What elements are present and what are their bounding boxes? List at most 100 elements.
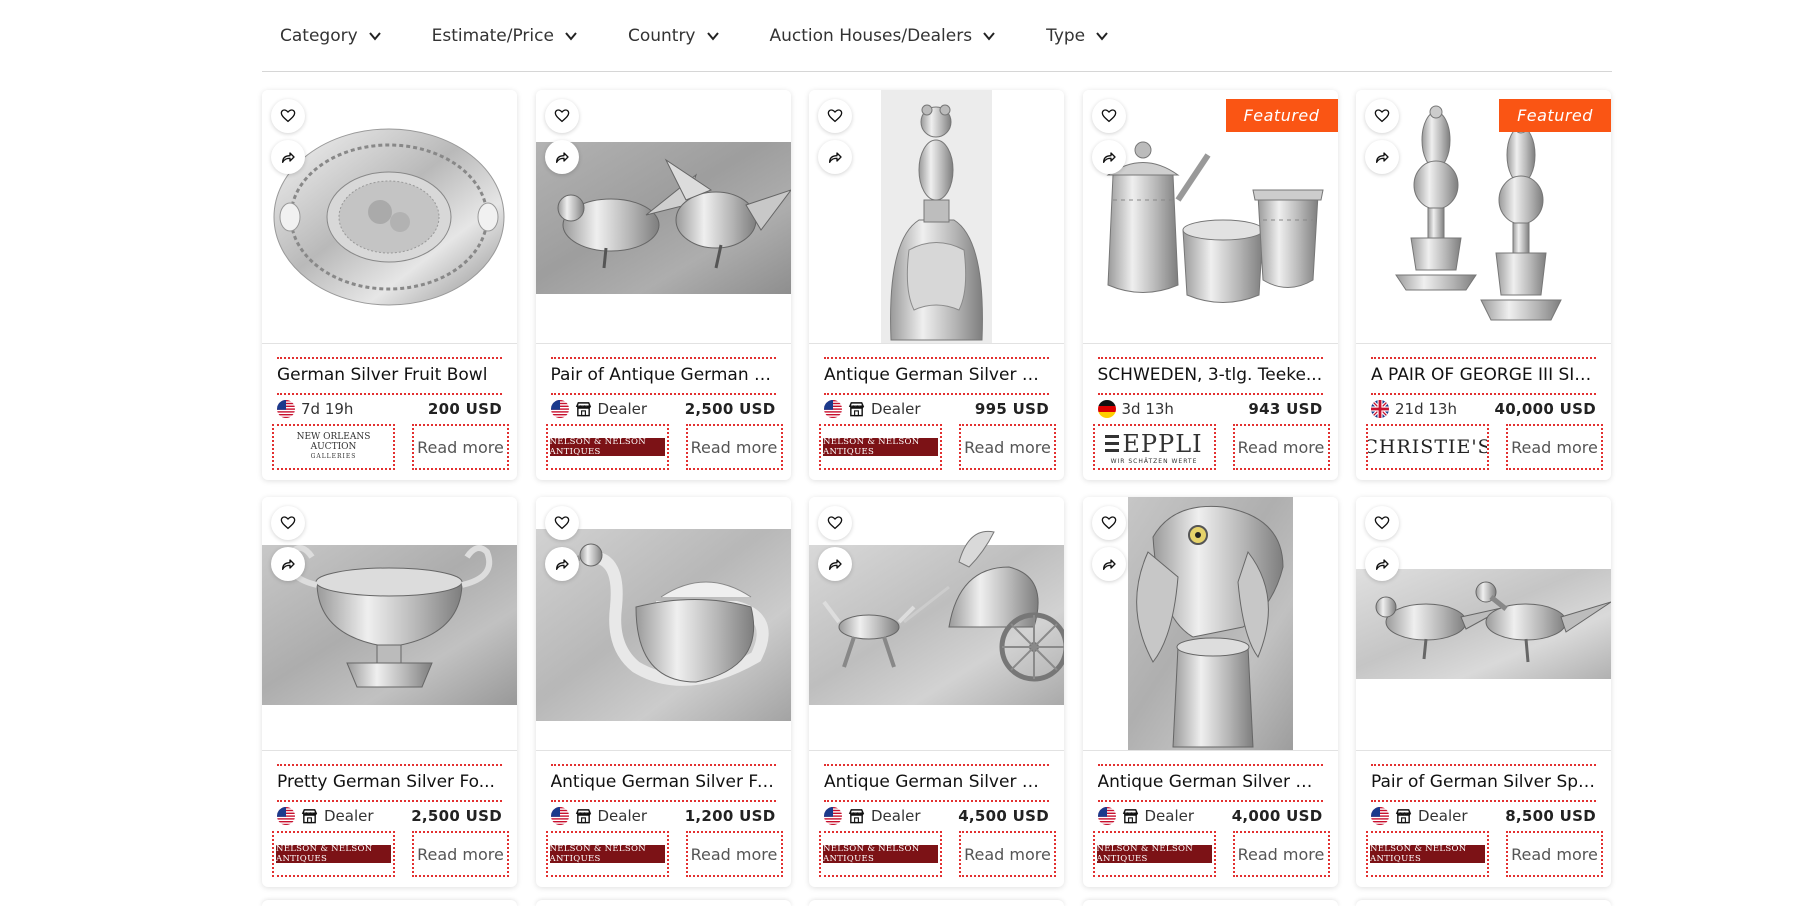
- share-button[interactable]: [1365, 547, 1399, 581]
- filter-category[interactable]: Category: [280, 26, 382, 46]
- seller-logo[interactable]: NELSON & NELSON ANTIQUES: [1366, 831, 1489, 877]
- filter-estimate-price[interactable]: Estimate/Price: [432, 26, 578, 46]
- favorite-button[interactable]: [271, 99, 305, 133]
- listing-card[interactable]: Pair of Antique German S... Dealer 2,500…: [535, 90, 791, 480]
- listing-card[interactable]: Antique German Silver D... Dealer 995 US…: [809, 90, 1064, 480]
- listing-image-bell[interactable]: [809, 90, 1064, 344]
- flag-gb-icon: [1371, 400, 1389, 418]
- meta-left: Dealer: [277, 807, 374, 825]
- read-more-button[interactable]: Read more: [959, 831, 1056, 877]
- favorite-button[interactable]: [271, 506, 305, 540]
- listing-price: 8,500 USD: [1505, 807, 1596, 825]
- listing-price: 2,500 USD: [684, 400, 776, 418]
- share-icon: [829, 152, 842, 163]
- seller-logo[interactable]: NEW ORLEANS AUCTION GALLERIES: [272, 424, 395, 470]
- listing-image-chariot[interactable]: [809, 497, 1064, 751]
- filter-label: Estimate/Price: [431, 26, 554, 46]
- flag-us-icon: [550, 400, 569, 418]
- listing-title[interactable]: SCHWEDEN, 3-tlg. Teeke...: [1097, 357, 1323, 385]
- nelson-nelson-logo: NELSON & NELSON ANTIQUES: [549, 844, 665, 864]
- card-peek: [262, 900, 517, 906]
- favorite-button[interactable]: [544, 506, 579, 540]
- seller-logo[interactable]: NELSON & NELSON ANTIQUES: [819, 831, 942, 877]
- listing-card[interactable]: Antique German Silver R... Dealer 4,500 …: [809, 497, 1064, 887]
- listing-grid: German Silver Fruit Bowl 7d 19h 200 USD …: [262, 90, 1612, 887]
- dealer-label: Dealer: [1144, 807, 1195, 825]
- read-more-button[interactable]: Read more: [412, 424, 509, 470]
- share-button[interactable]: [818, 140, 852, 174]
- share-button[interactable]: [1091, 547, 1126, 581]
- share-button[interactable]: [1091, 140, 1126, 174]
- read-more-button[interactable]: Read more: [685, 424, 783, 470]
- listing-title[interactable]: A PAIR OF GEORGE III SIL...: [1371, 357, 1596, 385]
- listing-price: 4,500 USD: [958, 807, 1049, 825]
- card-body: Pretty German Silver Fo... Dealer 2,500 …: [262, 752, 517, 887]
- listing-card[interactable]: Antique German Silver H... Dealer 4,000 …: [1082, 497, 1338, 887]
- seller-logo[interactable]: NELSON & NELSON ANTIQUES: [545, 831, 669, 877]
- card-peek: [809, 900, 1064, 906]
- listing-title[interactable]: Pretty German Silver Fo...: [277, 764, 502, 792]
- listing-title[interactable]: Antique German Silver R...: [824, 764, 1049, 792]
- listing-card[interactable]: Pretty German Silver Fo... Dealer 2,500 …: [262, 497, 517, 887]
- eppli-crest-icon: [1105, 434, 1120, 452]
- read-more-button[interactable]: Read more: [1232, 831, 1330, 877]
- meta-left: 7d 19h: [277, 400, 353, 418]
- listing-card[interactable]: Antique German Silver Fi... Dealer 1,200…: [535, 497, 791, 887]
- seller-logo[interactable]: NELSON & NELSON ANTIQUES: [272, 831, 395, 877]
- flag-us-icon: [277, 400, 295, 418]
- filter-type[interactable]: Type: [1046, 26, 1109, 46]
- filter-country[interactable]: Country: [628, 26, 720, 46]
- listing-image-pheasants[interactable]: [1356, 497, 1611, 751]
- seller-logo[interactable]: NELSON & NELSON ANTIQUES: [1092, 831, 1216, 877]
- filter-label: Country: [627, 26, 696, 46]
- favorite-button[interactable]: [1365, 506, 1399, 540]
- share-button[interactable]: [1365, 140, 1399, 174]
- read-more-button[interactable]: Read more: [412, 831, 509, 877]
- meta-left: Dealer: [1097, 807, 1195, 825]
- listing-title[interactable]: Antique German Silver Fi...: [550, 764, 776, 792]
- listing-meta: 3d 13h 943 USD: [1097, 393, 1323, 419]
- listing-title[interactable]: German Silver Fruit Bowl: [277, 357, 502, 385]
- read-more-button[interactable]: Read more: [1506, 424, 1603, 470]
- favorite-button[interactable]: [1091, 99, 1126, 133]
- listing-title[interactable]: Antique German Silver D...: [824, 357, 1049, 385]
- listing-card[interactable]: Featured A PAIR OF GEORGE III SIL... 21d…: [1356, 90, 1611, 480]
- listing-image-bowl[interactable]: [262, 90, 517, 344]
- share-button[interactable]: [271, 140, 305, 174]
- seller-logo[interactable]: NELSON & NELSON ANTIQUES: [819, 424, 942, 470]
- filter-auction-houses-dealers[interactable]: Auction Houses/Dealers: [770, 26, 997, 46]
- read-more-button[interactable]: Read more: [685, 831, 783, 877]
- card-body: Antique German Silver H... Dealer 4,000 …: [1083, 752, 1338, 887]
- listing-image-urnbowl[interactable]: [262, 497, 517, 751]
- read-more-button[interactable]: Read more: [959, 424, 1056, 470]
- share-button[interactable]: [818, 547, 852, 581]
- seller-logo[interactable]: CHRISTIE'S: [1366, 424, 1489, 470]
- logo-subtext: WIR SCHÄTZEN WERTE: [1110, 457, 1198, 465]
- listing-card[interactable]: Featured SCHWEDEN, 3-tlg. Teeke... 3d 13…: [1082, 90, 1338, 480]
- share-button[interactable]: [544, 140, 579, 174]
- favorite-button[interactable]: [818, 506, 852, 540]
- seller-logo[interactable]: EPPLI WIR SCHÄTZEN WERTE: [1092, 424, 1216, 470]
- favorite-button[interactable]: [1365, 99, 1399, 133]
- read-more-button[interactable]: Read more: [1232, 424, 1330, 470]
- filter-divider: [262, 71, 1612, 72]
- store-icon: [575, 809, 591, 824]
- listing-card[interactable]: German Silver Fruit Bowl 7d 19h 200 USD …: [262, 90, 517, 480]
- meta-left: Dealer: [1371, 807, 1468, 825]
- share-icon: [282, 152, 295, 163]
- listing-title[interactable]: Antique German Silver H...: [1097, 764, 1323, 792]
- read-more-button[interactable]: Read more: [1506, 831, 1603, 877]
- filter-label: Auction Houses/Dealers: [769, 26, 973, 46]
- favorite-button[interactable]: [1091, 506, 1126, 540]
- seller-logo[interactable]: NELSON & NELSON ANTIQUES: [545, 424, 669, 470]
- heart-icon: [554, 516, 569, 530]
- share-button[interactable]: [271, 547, 305, 581]
- favorite-button[interactable]: [544, 99, 579, 133]
- filter-label: Category: [280, 26, 358, 46]
- listing-meta: 21d 13h 40,000 USD: [1371, 393, 1596, 419]
- listing-title[interactable]: Pair of German Silver Spi...: [1371, 764, 1596, 792]
- favorite-button[interactable]: [818, 99, 852, 133]
- share-button[interactable]: [544, 547, 579, 581]
- listing-card[interactable]: Pair of German Silver Spi... Dealer 8,50…: [1356, 497, 1611, 887]
- listing-title[interactable]: Pair of Antique German S...: [550, 357, 776, 385]
